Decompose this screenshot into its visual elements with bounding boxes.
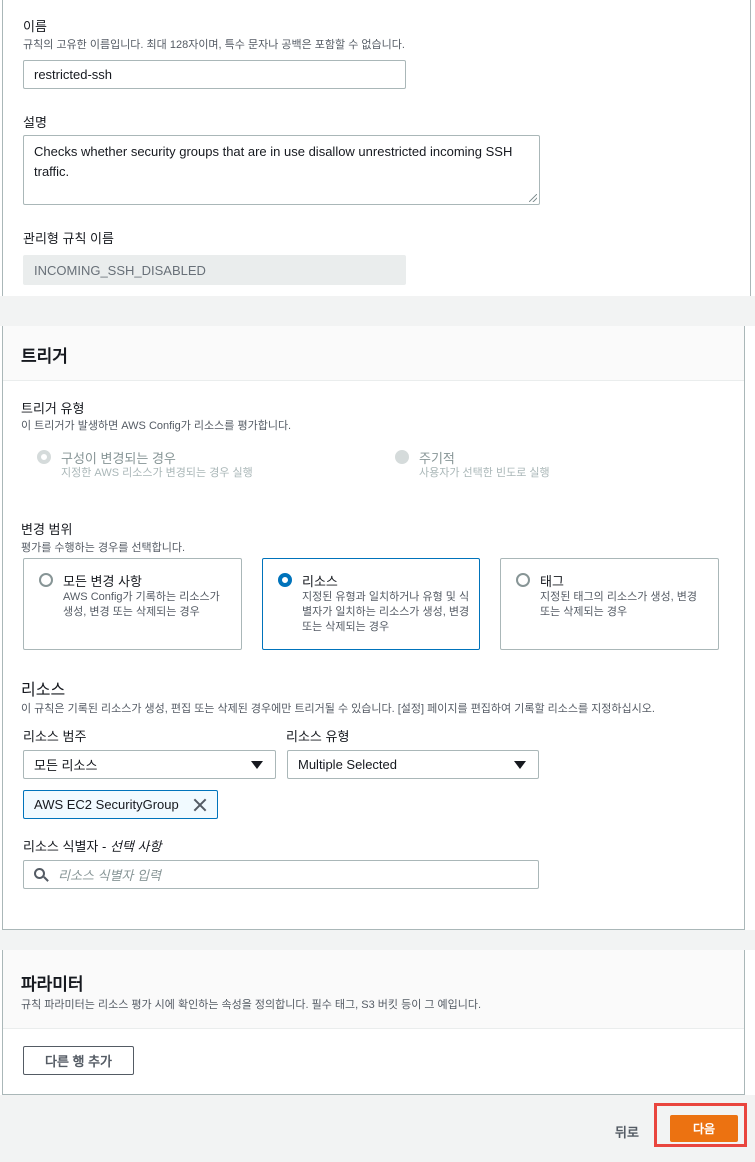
tile-description: 지정된 태그의 리소스가 생성, 변경 또는 삭제되는 경우 <box>540 591 697 618</box>
managed-rule-name-field: INCOMING_SSH_DISABLED <box>23 255 406 285</box>
resource-identifier-search-input[interactable]: 리소스 식별자 입력 <box>23 860 539 889</box>
panel-gap <box>0 930 755 950</box>
parameters-panel: 파라미터 규칙 파라미터는 리소스 평가 시에 확인하는 속성을 정의합니다. … <box>2 950 745 1095</box>
resources-title: 리소스 <box>21 682 66 699</box>
trigger-type-description: 이 트리거가 발생하면 AWS Config가 리소스를 평가합니다. <box>21 420 292 432</box>
option-title: 주기적 <box>419 451 455 466</box>
caret-down-icon <box>251 761 263 769</box>
back-button[interactable]: 뒤로 <box>615 1122 639 1141</box>
scope-description: 평가를 수행하는 경우를 선택합니다. <box>21 542 186 554</box>
radio-config-change <box>37 450 51 464</box>
resource-category-select[interactable]: 모든 리소스 <box>23 750 276 779</box>
parameters-header: 파라미터 규칙 파라미터는 리소스 평가 시에 확인하는 속성을 정의합니다. … <box>3 950 744 1029</box>
select-value: Multiple Selected <box>298 757 397 772</box>
tile-description: 지정된 유형과 일치하거나 유형 및 식별자가 일치하는 리소스가 생성, 변경… <box>302 591 470 633</box>
resource-identifier-label: 리소스 식별자 - 선택 사항 <box>23 839 162 854</box>
option-title: 구성이 변경되는 경우 <box>61 451 176 466</box>
radio-resources[interactable] <box>278 573 292 587</box>
scope-tile-resources[interactable]: 리소스 지정된 유형과 일치하거나 유형 및 식별자가 일치하는 리소스가 생성… <box>262 558 480 650</box>
tile-title: 태그 <box>540 574 564 589</box>
caret-down-icon <box>514 761 526 769</box>
radio-periodic <box>395 450 409 464</box>
select-value: 모든 리소스 <box>34 758 98 773</box>
trigger-panel: 트리거 트리거 유형 이 트리거가 발생하면 AWS Config가 리소스를 … <box>2 326 745 930</box>
resize-handle-icon[interactable] <box>529 194 537 202</box>
search-placeholder: 리소스 식별자 입력 <box>58 868 161 883</box>
description-label: 설명 <box>23 115 47 130</box>
token-label: AWS EC2 SecurityGroup <box>34 797 179 812</box>
name-label: 이름 <box>23 19 47 34</box>
footer-bar: 뒤로 다음 <box>0 1095 755 1162</box>
trigger-type-label: 트리거 유형 <box>21 401 85 416</box>
tile-description: AWS Config가 기록하는 리소스가 생성, 변경 또는 삭제되는 경우 <box>63 591 220 618</box>
name-description: 규칙의 고유한 이름입니다. 최대 128자이며, 특수 문자나 공백은 포함할… <box>23 39 405 51</box>
managed-rule-label: 관리형 규칙 이름 <box>23 231 114 246</box>
add-row-button[interactable]: 다른 행 추가 <box>23 1046 134 1075</box>
trigger-option-config-change: 구성이 변경되는 경우 지정한 AWS 리소스가 변경되는 경우 실행 <box>37 444 337 484</box>
torn-separator <box>0 296 755 326</box>
close-icon[interactable] <box>193 798 207 812</box>
trigger-option-periodic: 주기적 사용자가 선택한 빈도로 실행 <box>395 444 695 484</box>
parameters-title: 파라미터 <box>21 975 84 994</box>
option-description: 지정한 AWS 리소스가 변경되는 경우 실행 <box>61 467 253 479</box>
scope-tile-all-changes[interactable]: 모든 변경 사항 AWS Config가 기록하는 리소스가 생성, 변경 또는… <box>23 558 242 650</box>
resources-description: 이 규칙은 기록된 리소스가 생성, 편집 또는 삭제된 경우에만 트리거될 수… <box>21 703 655 715</box>
rule-name-input[interactable]: restricted-ssh <box>23 60 406 89</box>
parameters-description: 규칙 파라미터는 리소스 평가 시에 확인하는 속성을 정의합니다. 필수 태그… <box>21 999 482 1011</box>
description-text: Checks whether security groups that are … <box>34 144 513 179</box>
search-icon <box>34 868 49 883</box>
trigger-title: 트리거 <box>21 347 68 366</box>
tile-title: 모든 변경 사항 <box>63 574 142 589</box>
scope-tile-tags[interactable]: 태그 지정된 태그의 리소스가 생성, 변경 또는 삭제되는 경우 <box>500 558 719 650</box>
next-button[interactable]: 다음 <box>670 1115 738 1142</box>
resource-category-label: 리소스 범주 <box>23 729 87 744</box>
radio-tags[interactable] <box>516 573 530 587</box>
description-textarea[interactable]: Checks whether security groups that are … <box>23 135 540 205</box>
optional-label: 선택 사항 <box>109 839 162 854</box>
resource-type-select[interactable]: Multiple Selected <box>287 750 539 779</box>
resource-type-label: 리소스 유형 <box>286 729 350 744</box>
trigger-header: 트리거 <box>3 326 744 381</box>
scope-label: 변경 범위 <box>21 522 73 537</box>
option-description: 사용자가 선택한 빈도로 실행 <box>419 467 550 479</box>
tile-title: 리소스 <box>302 574 338 589</box>
radio-all-changes[interactable] <box>39 573 53 587</box>
details-panel: 이름 규칙의 고유한 이름입니다. 최대 128자이며, 특수 문자나 공백은 … <box>2 0 751 296</box>
resource-type-token: AWS EC2 SecurityGroup <box>23 790 218 819</box>
